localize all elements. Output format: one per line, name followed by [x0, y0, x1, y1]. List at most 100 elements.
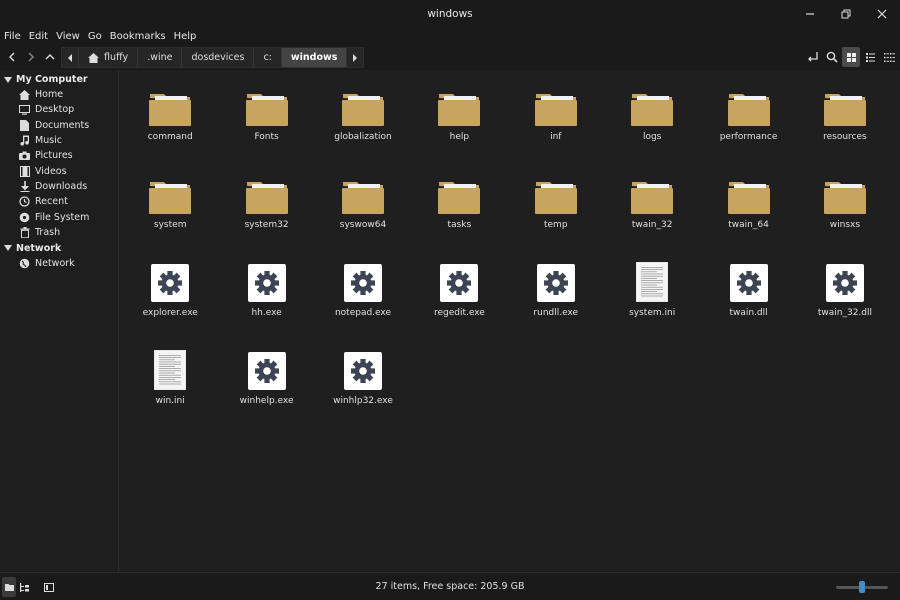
file-item[interactable]: syswow64 — [315, 170, 411, 258]
sidebar-section-title: My Computer — [16, 74, 88, 85]
menu-edit[interactable]: Edit — [29, 31, 48, 42]
sidebar-item-label: Documents — [35, 119, 90, 131]
breadcrumb-windows[interactable]: windows — [281, 48, 348, 67]
file-item[interactable]: performance — [700, 82, 796, 170]
icon-view-button[interactable] — [842, 47, 860, 67]
location-toggle-button[interactable] — [804, 47, 822, 67]
collapse-triangle-icon — [4, 245, 12, 252]
file-name: command — [147, 132, 193, 142]
compact-view-button[interactable] — [880, 47, 898, 67]
breadcrumb-wine[interactable]: .wine — [138, 48, 183, 67]
search-button[interactable] — [823, 47, 841, 67]
file-item[interactable]: Fonts — [218, 82, 314, 170]
zoom-slider-handle[interactable] — [859, 581, 865, 593]
sidebar-section-network[interactable]: Network — [0, 241, 118, 256]
forward-button[interactable] — [21, 44, 40, 70]
file-name: regedit.exe — [433, 308, 485, 318]
file-item[interactable]: system — [122, 170, 218, 258]
sidebar-item-file-system[interactable]: File System — [0, 209, 118, 224]
file-item[interactable]: system32 — [218, 170, 314, 258]
file-item[interactable]: system.ini — [604, 258, 700, 346]
file-name: Fonts — [254, 132, 279, 142]
breadcrumb-label: windows — [290, 52, 338, 63]
gear-icon — [343, 352, 382, 390]
menu-file[interactable]: File — [4, 31, 21, 42]
file-item[interactable]: twain_32.dll — [797, 258, 893, 346]
breadcrumb-c[interactable]: c: — [254, 48, 282, 67]
up-button[interactable] — [40, 44, 59, 70]
folder-icon-container — [725, 170, 773, 214]
file-item[interactable]: resources — [797, 82, 893, 170]
folder-icon — [727, 94, 770, 126]
file-item[interactable]: twain_32 — [604, 170, 700, 258]
sidebar-item-downloads[interactable]: Downloads — [0, 179, 118, 194]
sidebar-item-videos[interactable]: Videos — [0, 163, 118, 178]
title-bar: windows — [0, 0, 900, 28]
compact-view-icon — [883, 52, 895, 62]
folder-icon — [341, 182, 384, 214]
folder-icon — [149, 182, 192, 214]
file-item[interactable]: twain_64 — [700, 170, 796, 258]
status-text: 27 items, Free space: 205.9 GB — [375, 581, 525, 592]
sidebar-section-my-computer[interactable]: My Computer — [0, 72, 118, 87]
file-item[interactable]: twain.dll — [700, 258, 796, 346]
folder-icon-container — [339, 82, 387, 126]
folder-icon-container — [339, 170, 387, 214]
minimize-button[interactable] — [792, 0, 828, 28]
menu-view[interactable]: View — [56, 31, 80, 42]
breadcrumb-label: fluffy — [104, 52, 129, 63]
file-item[interactable]: tasks — [411, 170, 507, 258]
sidebar-item-network[interactable]: Network — [0, 256, 118, 271]
file-item[interactable]: notepad.exe — [315, 258, 411, 346]
file-name: system — [153, 220, 187, 230]
file-item[interactable]: logs — [604, 82, 700, 170]
filesystem-icon — [19, 212, 30, 223]
breadcrumb-right-button[interactable] — [347, 48, 363, 67]
folder-icon-container — [243, 82, 291, 126]
gear-icon — [247, 264, 286, 302]
sidebar-item-documents[interactable]: Documents — [0, 118, 118, 133]
file-item[interactable]: rundll.exe — [508, 258, 604, 346]
file-item[interactable]: winhlp32.exe — [315, 346, 411, 434]
sidebar-item-recent[interactable]: Recent — [0, 194, 118, 209]
menu-go[interactable]: Go — [88, 31, 102, 42]
sidebar-item-music[interactable]: Music — [0, 133, 118, 148]
desktop-icon — [19, 104, 30, 115]
folder-icon — [823, 94, 866, 126]
restore-button[interactable] — [828, 0, 864, 28]
file-item[interactable]: temp — [508, 170, 604, 258]
file-item[interactable]: regedit.exe — [411, 258, 507, 346]
menu-bookmarks[interactable]: Bookmarks — [110, 31, 166, 42]
sidebar-item-desktop[interactable]: Desktop — [0, 102, 118, 117]
folder-icon-container — [821, 82, 869, 126]
folder-icon — [245, 94, 288, 126]
window-title: windows — [427, 8, 473, 20]
file-item[interactable]: winsxs — [797, 170, 893, 258]
list-view-button[interactable] — [861, 47, 879, 67]
file-item[interactable]: help — [411, 82, 507, 170]
sidebar-item-home[interactable]: Home — [0, 87, 118, 102]
triangle-left-icon — [68, 53, 72, 62]
videos-icon — [19, 165, 30, 177]
breadcrumb-label: .wine — [147, 52, 173, 63]
breadcrumb-left-button[interactable] — [62, 48, 79, 67]
status-bar: 27 items, Free space: 205.9 GB — [0, 572, 900, 600]
back-button[interactable] — [2, 44, 21, 70]
file-item[interactable]: inf — [508, 82, 604, 170]
file-item[interactable]: command — [122, 82, 218, 170]
sidebar-item-trash[interactable]: Trash — [0, 225, 118, 240]
zoom-slider[interactable] — [836, 581, 888, 593]
file-item[interactable]: hh.exe — [218, 258, 314, 346]
file-item[interactable]: globalization — [315, 82, 411, 170]
sidebar-item-pictures[interactable]: Pictures — [0, 148, 118, 163]
file-item[interactable]: winhelp.exe — [218, 346, 314, 434]
close-button[interactable] — [864, 0, 900, 28]
breadcrumb-fluffy[interactable]: fluffy — [79, 48, 139, 67]
exe-icon-container — [339, 346, 387, 390]
sidebar-item-label: Videos — [35, 165, 67, 177]
breadcrumb-dosdevices[interactable]: dosdevices — [182, 48, 255, 67]
menu-help[interactable]: Help — [174, 31, 197, 42]
file-item[interactable]: win.ini — [122, 346, 218, 434]
file-item[interactable]: explorer.exe — [122, 258, 218, 346]
breadcrumb-label: c: — [263, 52, 272, 63]
